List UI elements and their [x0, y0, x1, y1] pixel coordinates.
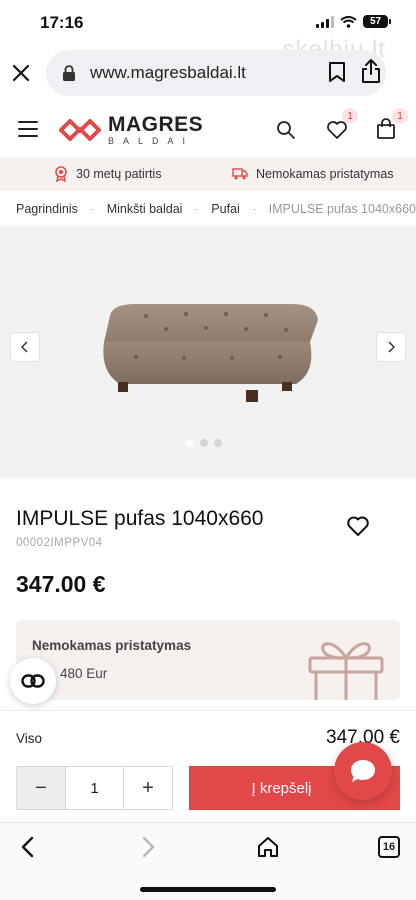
- product-title: IMPULSE pufas 1040x660: [16, 507, 264, 530]
- usp-experience-text: 30 metų patirtis: [76, 167, 162, 181]
- wishlist-icon[interactable]: [326, 120, 348, 140]
- gallery-dot[interactable]: [186, 439, 194, 447]
- status-time: 17:16: [40, 13, 84, 32]
- logo-mark-icon: [59, 119, 101, 141]
- gallery-dot[interactable]: [214, 439, 222, 447]
- breadcrumb-poufs[interactable]: Pufai: [211, 202, 240, 216]
- share-icon[interactable]: [360, 58, 382, 84]
- free-delivery-threshold: 480 Eur: [60, 666, 108, 681]
- breadcrumb-home[interactable]: Pagrindinis: [16, 202, 78, 216]
- compare-button[interactable]: [10, 658, 56, 704]
- home-icon[interactable]: [256, 835, 280, 859]
- gallery-next-button[interactable]: [376, 332, 406, 362]
- wifi-icon: [340, 15, 357, 28]
- menu-icon[interactable]: [18, 121, 38, 137]
- tabs-button[interactable]: 16: [378, 836, 400, 858]
- usp-delivery-text: Nemokamas pristatymas: [256, 167, 394, 181]
- quantity-decrease-button[interactable]: −: [17, 767, 65, 809]
- search-icon[interactable]: [276, 120, 296, 140]
- product-code: 00002IMPPV04: [16, 537, 103, 549]
- breadcrumb-separator: [196, 208, 198, 210]
- breadcrumb-separator: [91, 208, 93, 210]
- back-icon[interactable]: [18, 835, 38, 859]
- breadcrumb-current: IMPULSE pufas 1040x660: [268, 202, 416, 216]
- chat-button[interactable]: [334, 742, 392, 800]
- browser-url-row: www.magresbaldai.lt: [0, 48, 416, 100]
- free-delivery-title: Nemokamas pristatymas: [32, 638, 192, 653]
- breadcrumb-separator: [253, 208, 255, 210]
- breadcrumb: Pagrindinis Minkšti baldai Pufai IMPULSE…: [16, 200, 416, 218]
- home-indicator: [140, 887, 276, 892]
- cart-count-badge: 1: [392, 108, 408, 124]
- link-icon: [21, 674, 45, 688]
- usp-bar: 30 metų patirtis Nemokamas pristatymas: [0, 157, 416, 191]
- signal-icon: [316, 15, 334, 28]
- battery-icon: 57: [363, 15, 391, 28]
- logo[interactable]: MAGRES BALDAI: [58, 114, 203, 146]
- chevron-left-icon: [21, 341, 28, 353]
- free-delivery-card: Nemokamas pristatymas 480 Eur: [16, 620, 400, 700]
- logo-name: MAGRES: [108, 113, 204, 136]
- browser-toolbar: 16: [0, 822, 416, 900]
- truck-icon: [232, 168, 248, 180]
- cart-icon[interactable]: [376, 118, 396, 140]
- url-text: www.magresbaldai.lt: [90, 63, 246, 82]
- quantity-input[interactable]: 1: [65, 767, 124, 809]
- quantity-increase-button[interactable]: +: [124, 767, 172, 809]
- usp-delivery: Nemokamas pristatymas: [232, 167, 394, 181]
- product-image: [103, 304, 318, 402]
- bookmark-icon[interactable]: [328, 61, 346, 83]
- breadcrumb-soft-furniture[interactable]: Minkšti baldai: [107, 202, 183, 216]
- usp-experience: 30 metų patirtis: [54, 166, 161, 182]
- lock-icon: [63, 65, 75, 81]
- gallery-dots: [186, 439, 222, 447]
- add-to-wishlist-icon[interactable]: [346, 515, 370, 537]
- total-label: Viso: [16, 731, 43, 746]
- site-header: MAGRES BALDAI 1 1: [0, 104, 416, 156]
- award-icon: [55, 166, 67, 182]
- logo-sub: BALDAI: [108, 136, 195, 146]
- chevron-right-icon: [388, 341, 395, 353]
- product-gallery[interactable]: [0, 226, 416, 478]
- status-icons: 57: [316, 15, 391, 28]
- close-icon[interactable]: [10, 62, 32, 84]
- wishlist-count-badge: 1: [342, 108, 358, 124]
- forward-icon[interactable]: [138, 835, 158, 859]
- quantity-stepper: − 1 +: [16, 766, 173, 810]
- gift-icon: [308, 642, 384, 700]
- chat-icon: [351, 760, 375, 782]
- gallery-prev-button[interactable]: [10, 332, 40, 362]
- product-price: 347.00 €: [16, 571, 106, 597]
- gallery-dot[interactable]: [200, 439, 208, 447]
